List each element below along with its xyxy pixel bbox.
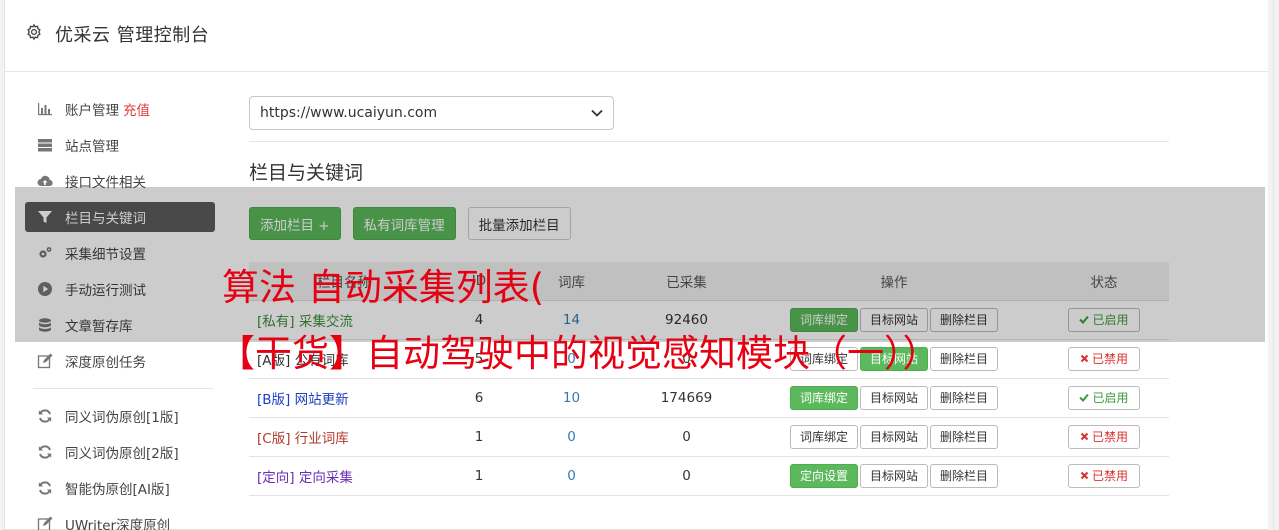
sidebar-item-deep-original[interactable]: 深度原创任务 — [25, 346, 215, 376]
column-id: 1 — [439, 456, 519, 496]
status-toggle-button[interactable]: 已禁用 — [1068, 424, 1140, 449]
column-name-cell[interactable]: [B版] 网站更新 — [249, 378, 439, 418]
column-name-link[interactable]: 网站更新 — [295, 392, 349, 408]
close-icon — [1080, 471, 1089, 480]
status-label: 已启用 — [1092, 391, 1129, 405]
status-cell: 已禁用 — [1039, 417, 1169, 457]
sidebar-item-label: 智能伪原创[AI版] — [65, 482, 170, 498]
delete-column-button[interactable]: 删除栏目 — [930, 385, 999, 410]
sidebar-divider — [33, 388, 213, 389]
status-cell: 已启用 — [1039, 378, 1169, 418]
column-name-link[interactable]: 行业词库 — [295, 431, 349, 447]
sidebar-item-label: 深度原创任务 — [65, 355, 146, 371]
edit-icon — [37, 353, 53, 369]
column-name-cell[interactable]: [C版] 行业词库 — [249, 417, 439, 457]
column-name-cell[interactable]: [定向] 定向采集 — [249, 456, 439, 496]
overlay-title-line-1: 算法 自动采集列表( — [222, 266, 545, 309]
refresh-icon — [38, 481, 52, 495]
site-select-value: https://www.ucaiyun.com — [260, 105, 438, 121]
column-id: 1 — [439, 417, 519, 457]
delete-column-button[interactable]: 删除栏目 — [930, 424, 999, 449]
app-title: 优采云 管理控制台 — [55, 25, 210, 46]
sidebar-item-label: UWriter深度原创 — [65, 518, 171, 530]
sidebar-item-account[interactable]: 账户管理 充值 — [25, 94, 215, 124]
divider — [249, 141, 1169, 142]
sidebar-item-synonym-v1[interactable]: 同义词伪原创[1版] — [25, 401, 215, 431]
bar-chart-icon — [38, 103, 52, 116]
gear-icon[interactable] — [25, 23, 43, 41]
bind-lexicon-button[interactable]: 定向设置 — [789, 463, 858, 488]
status-label: 已禁用 — [1091, 352, 1128, 366]
edit-icon — [37, 516, 53, 530]
ops-cell: 定向设置 目标网站 删除栏目 — [749, 456, 1039, 496]
app-header: 优采云 管理控制台 — [5, 0, 1273, 72]
status-toggle-button[interactable]: 已启用 — [1068, 385, 1140, 410]
sidebar-item-label: 账户管理 — [65, 103, 119, 119]
column-tag: [定向] — [257, 469, 295, 486]
overlay-title-line-2: 【干货】自动驾驶中的视觉感知模块（一）） — [218, 332, 940, 375]
collected-count: 174669 — [624, 378, 749, 418]
table-row: [C版] 行业词库 1 0 0 词库绑定 目标网站 删除栏目 已禁用 — [249, 417, 1169, 457]
site-select[interactable]: https://www.ucaiyun.com — [249, 96, 614, 130]
table-row: [定向] 定向采集 1 0 0 定向设置 目标网站 删除栏目 已禁用 — [249, 456, 1169, 496]
delete-column-button[interactable]: 删除栏目 — [930, 346, 999, 371]
close-icon — [1080, 354, 1089, 363]
sidebar-item-sites[interactable]: 站点管理 — [25, 130, 215, 160]
sidebar-item-label: 同义词伪原创[2版] — [65, 446, 179, 462]
status-cell: 已禁用 — [1039, 339, 1169, 379]
column-tag: [B版] — [257, 391, 291, 408]
sidebar-item-label: 同义词伪原创[1版] — [65, 410, 179, 426]
status-cell: 已禁用 — [1039, 456, 1169, 496]
status-label: 已禁用 — [1091, 430, 1128, 444]
scrollbar[interactable] — [1268, 0, 1273, 530]
ops-cell: 词库绑定 目标网站 删除栏目 — [749, 417, 1039, 457]
sidebar-item-label: 站点管理 — [65, 139, 119, 155]
refresh-icon — [38, 409, 52, 423]
collected-count: 0 — [624, 456, 749, 496]
caption-overlay — [15, 187, 1265, 342]
status-toggle-button[interactable]: 已禁用 — [1068, 346, 1140, 371]
target-site-button[interactable]: 目标网站 — [859, 463, 928, 488]
target-site-button[interactable]: 目标网站 — [859, 385, 928, 410]
collected-count: 0 — [624, 417, 749, 457]
word-count-link[interactable]: 0 — [567, 429, 576, 445]
bind-lexicon-button[interactable]: 词库绑定 — [789, 385, 858, 410]
refresh-icon — [38, 445, 52, 459]
delete-column-button[interactable]: 删除栏目 — [930, 463, 999, 488]
sidebar-item-synonym-v2[interactable]: 同义词伪原创[2版] — [25, 437, 215, 467]
word-count-link[interactable]: 0 — [567, 468, 576, 484]
word-count-link[interactable]: 10 — [563, 390, 580, 406]
column-id: 6 — [439, 378, 519, 418]
check-icon — [1079, 393, 1090, 402]
sidebar-item-ai-rewrite[interactable]: 智能伪原创[AI版] — [25, 473, 215, 503]
column-tag: [C版] — [257, 430, 291, 447]
status-toggle-button[interactable]: 已禁用 — [1068, 463, 1140, 488]
ops-cell: 词库绑定 目标网站 删除栏目 — [749, 378, 1039, 418]
status-label: 已禁用 — [1091, 469, 1128, 483]
server-icon — [38, 139, 52, 152]
chevron-down-icon — [591, 109, 603, 117]
table-row: [B版] 网站更新 6 10 174669 词库绑定 目标网站 删除栏目 已启用 — [249, 378, 1169, 418]
close-icon — [1080, 432, 1089, 441]
sidebar-item-uwriter[interactable]: UWriter深度原创 — [25, 509, 215, 530]
target-site-button[interactable]: 目标网站 — [859, 424, 928, 449]
section-title: 栏目与关键词 — [249, 162, 364, 184]
column-name-link[interactable]: 定向采集 — [299, 470, 353, 486]
bind-lexicon-button[interactable]: 词库绑定 — [789, 424, 858, 449]
recharge-link[interactable]: 充值 — [123, 99, 150, 119]
